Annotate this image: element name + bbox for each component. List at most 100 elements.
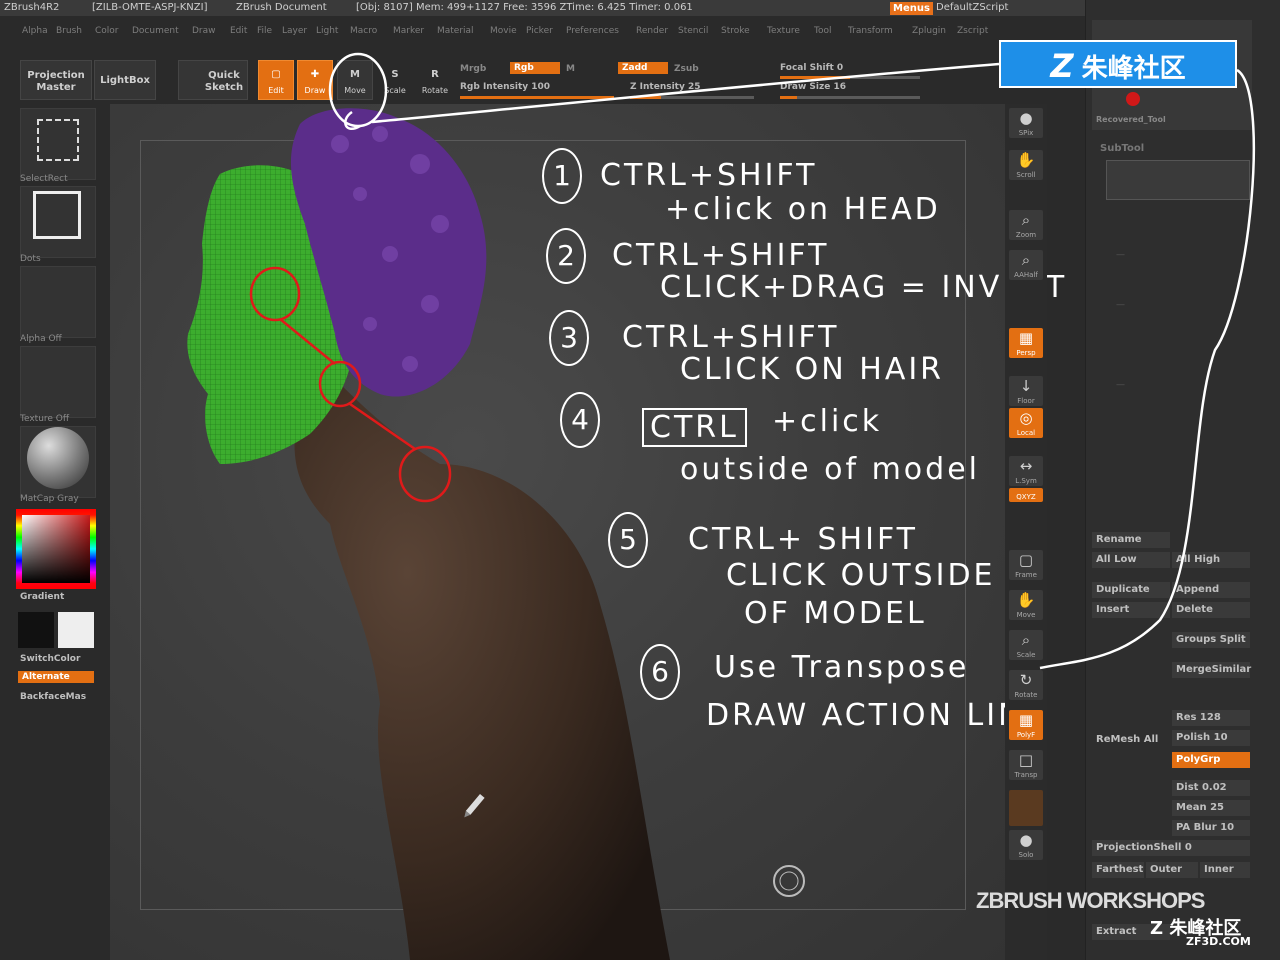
z-intensity-slider[interactable]: Z Intensity 25 [630, 82, 701, 92]
gradient-label[interactable]: Gradient [20, 592, 64, 602]
right-shelf-button[interactable]: QXYZ [1009, 488, 1043, 502]
menu-item[interactable]: Color [95, 26, 119, 36]
menu-item[interactable]: Zscript [957, 26, 988, 36]
scale-button[interactable]: S Scale [377, 60, 413, 100]
navigation-circle-icon[interactable] [773, 865, 805, 897]
alpha-tile[interactable] [20, 266, 96, 338]
body-mesh[interactable] [294, 364, 670, 960]
farthest-button[interactable]: Farthest [1092, 862, 1144, 878]
secondary-color-swatch[interactable] [58, 612, 94, 648]
menus-toggle[interactable]: Menus [890, 2, 933, 15]
menu-item[interactable]: Alpha [22, 26, 48, 36]
z-intensity-track[interactable] [630, 96, 754, 99]
zsub-button[interactable]: Zsub [674, 64, 699, 74]
subtool-header[interactable]: SubTool [1100, 143, 1144, 154]
menu-item[interactable]: Transform [848, 26, 893, 36]
res-slider[interactable]: Res 128 [1172, 710, 1250, 726]
quick-sketch-button[interactable]: Quick Sketch [178, 60, 248, 100]
projection-shell-slider[interactable]: ProjectionShell 0 [1092, 840, 1250, 856]
draw-size-track[interactable] [780, 96, 920, 99]
right-shelf-button[interactable]: ▢ Frame [1009, 550, 1043, 580]
menu-item[interactable]: Edit [230, 26, 247, 36]
menu-item[interactable]: Stencil [678, 26, 708, 36]
rotate-button[interactable]: R Rotate [417, 60, 453, 100]
color-picker[interactable] [16, 509, 96, 589]
stroke-tile[interactable] [20, 186, 96, 258]
menu-item[interactable]: Stroke [721, 26, 750, 36]
menu-item[interactable]: Document [132, 26, 179, 36]
duplicate-button[interactable]: Duplicate [1092, 582, 1170, 598]
rgb-intensity-track[interactable] [460, 96, 614, 99]
lightbox-button[interactable]: LightBox [94, 60, 156, 100]
draw-button[interactable]: ✚ Draw [297, 60, 333, 100]
menu-item[interactable]: Tool [814, 26, 831, 36]
zscript-name[interactable]: DefaultZScript [936, 0, 1008, 16]
right-shelf-button[interactable]: ↔ L.Sym [1009, 456, 1043, 486]
inner-button[interactable]: Inner [1200, 862, 1250, 878]
right-shelf-button[interactable]: ⌕ AAHalf [1009, 250, 1043, 280]
zadd-button[interactable]: Zadd [618, 62, 668, 74]
delete-button[interactable]: Delete [1172, 602, 1250, 618]
m-button[interactable]: M [566, 64, 575, 74]
menu-item[interactable]: Render [636, 26, 668, 36]
menu-item[interactable]: Preferences [566, 26, 619, 36]
outer-button[interactable]: Outer [1146, 862, 1198, 878]
move-button[interactable]: M Move [337, 60, 373, 100]
menu-item[interactable]: Marker [393, 26, 424, 36]
menu-item[interactable]: File [257, 26, 272, 36]
right-shelf-button[interactable]: ↻ Rotate [1009, 670, 1043, 700]
right-shelf-button[interactable]: ↓ Floor [1009, 376, 1043, 406]
subtool-slot[interactable]: — [1116, 300, 1125, 310]
pa-blur-slider[interactable]: PA Blur 10 [1172, 820, 1250, 836]
menu-item[interactable]: Brush [56, 26, 82, 36]
right-shelf-button[interactable]: ✋ Move [1009, 590, 1043, 620]
material-tile[interactable] [20, 426, 96, 498]
all-low-button[interactable]: All Low [1092, 552, 1170, 568]
menu-item[interactable]: Zplugin [912, 26, 946, 36]
polish-slider[interactable]: Polish 10 [1172, 730, 1250, 746]
texture-tile[interactable] [20, 346, 96, 418]
rgb-button[interactable]: Rgb [510, 62, 560, 74]
main-color-swatch[interactable] [18, 612, 54, 648]
right-shelf-button[interactable]: ⌕ Zoom [1009, 210, 1043, 240]
projection-master-button[interactable]: Projection Master [20, 60, 92, 100]
right-shelf-button[interactable]: □ Transp [1009, 750, 1043, 780]
right-shelf-button[interactable]: ● Solo [1009, 830, 1043, 860]
groups-split-button[interactable]: Groups Split [1172, 632, 1250, 648]
menu-item[interactable]: Picker [526, 26, 553, 36]
backfacemask-button[interactable]: BackfaceMas [20, 692, 86, 702]
alternate-button[interactable]: Alternate [18, 671, 94, 683]
edit-button[interactable]: ▢ Edit [258, 60, 294, 100]
switchcolor-button[interactable]: SwitchColor [20, 654, 80, 664]
insert-button[interactable]: Insert [1092, 602, 1170, 618]
right-shelf-button[interactable]: ▦ PolyF [1009, 710, 1043, 740]
all-high-button[interactable]: All High [1172, 552, 1250, 568]
append-button[interactable]: Append [1172, 582, 1250, 598]
menu-item[interactable]: Material [437, 26, 474, 36]
mrgb-button[interactable]: Mrgb [460, 64, 486, 74]
focal-shift-track[interactable] [780, 76, 920, 79]
dist-slider[interactable]: Dist 0.02 [1172, 780, 1250, 796]
menu-item[interactable]: Layer [282, 26, 307, 36]
right-shelf-button[interactable]: ● SPix [1009, 108, 1043, 138]
merge-similar-button[interactable]: MergeSimilar [1172, 662, 1251, 678]
menu-item[interactable]: Movie [490, 26, 517, 36]
menu-item[interactable]: Draw [192, 26, 216, 36]
right-shelf-button[interactable]: ◎ Local [1009, 408, 1043, 438]
select-rect-tile[interactable] [20, 108, 96, 180]
right-shelf-button[interactable]: ✋ Scroll [1009, 150, 1043, 180]
subtool-slot[interactable]: — [1116, 250, 1125, 260]
menu-item[interactable]: Texture [767, 26, 800, 36]
right-shelf-button[interactable] [1009, 790, 1043, 826]
rgb-intensity-slider[interactable]: Rgb Intensity 100 [460, 82, 550, 92]
mean-slider[interactable]: Mean 25 [1172, 800, 1250, 816]
remesh-all-button[interactable]: ReMesh All [1092, 732, 1170, 748]
focal-shift-slider[interactable]: Focal Shift 0 [780, 63, 843, 73]
subtool-slot[interactable]: — [1116, 380, 1125, 390]
menu-item[interactable]: Macro [350, 26, 377, 36]
right-shelf-button[interactable]: ▦ Persp [1009, 328, 1043, 358]
rename-button[interactable]: Rename [1092, 532, 1170, 548]
subtool-slot[interactable] [1106, 160, 1250, 200]
right-shelf-button[interactable]: ⌕ Scale [1009, 630, 1043, 660]
polygrp-toggle[interactable]: PolyGrp [1172, 752, 1250, 768]
